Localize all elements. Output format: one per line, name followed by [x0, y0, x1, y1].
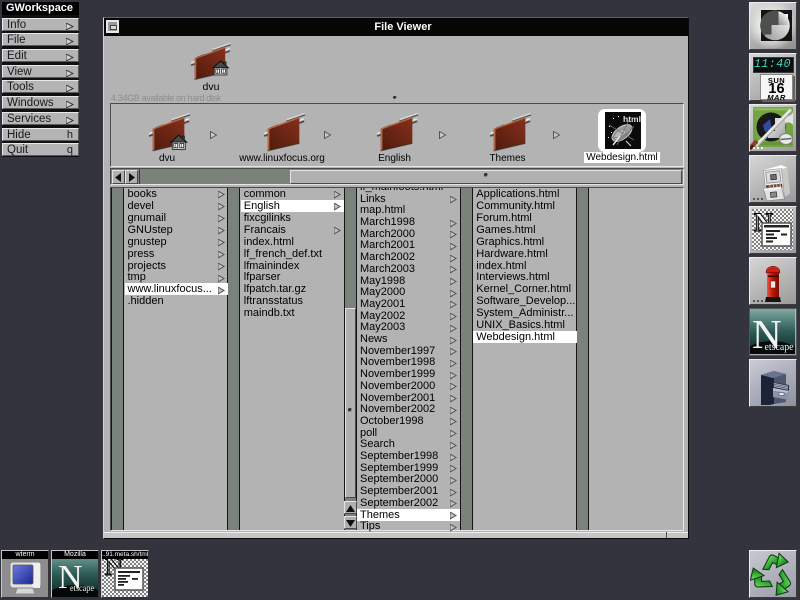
svg-text:etscape: etscape: [765, 341, 794, 353]
svg-text:html: html: [623, 114, 641, 124]
svg-text:etscape: etscape: [70, 583, 94, 593]
